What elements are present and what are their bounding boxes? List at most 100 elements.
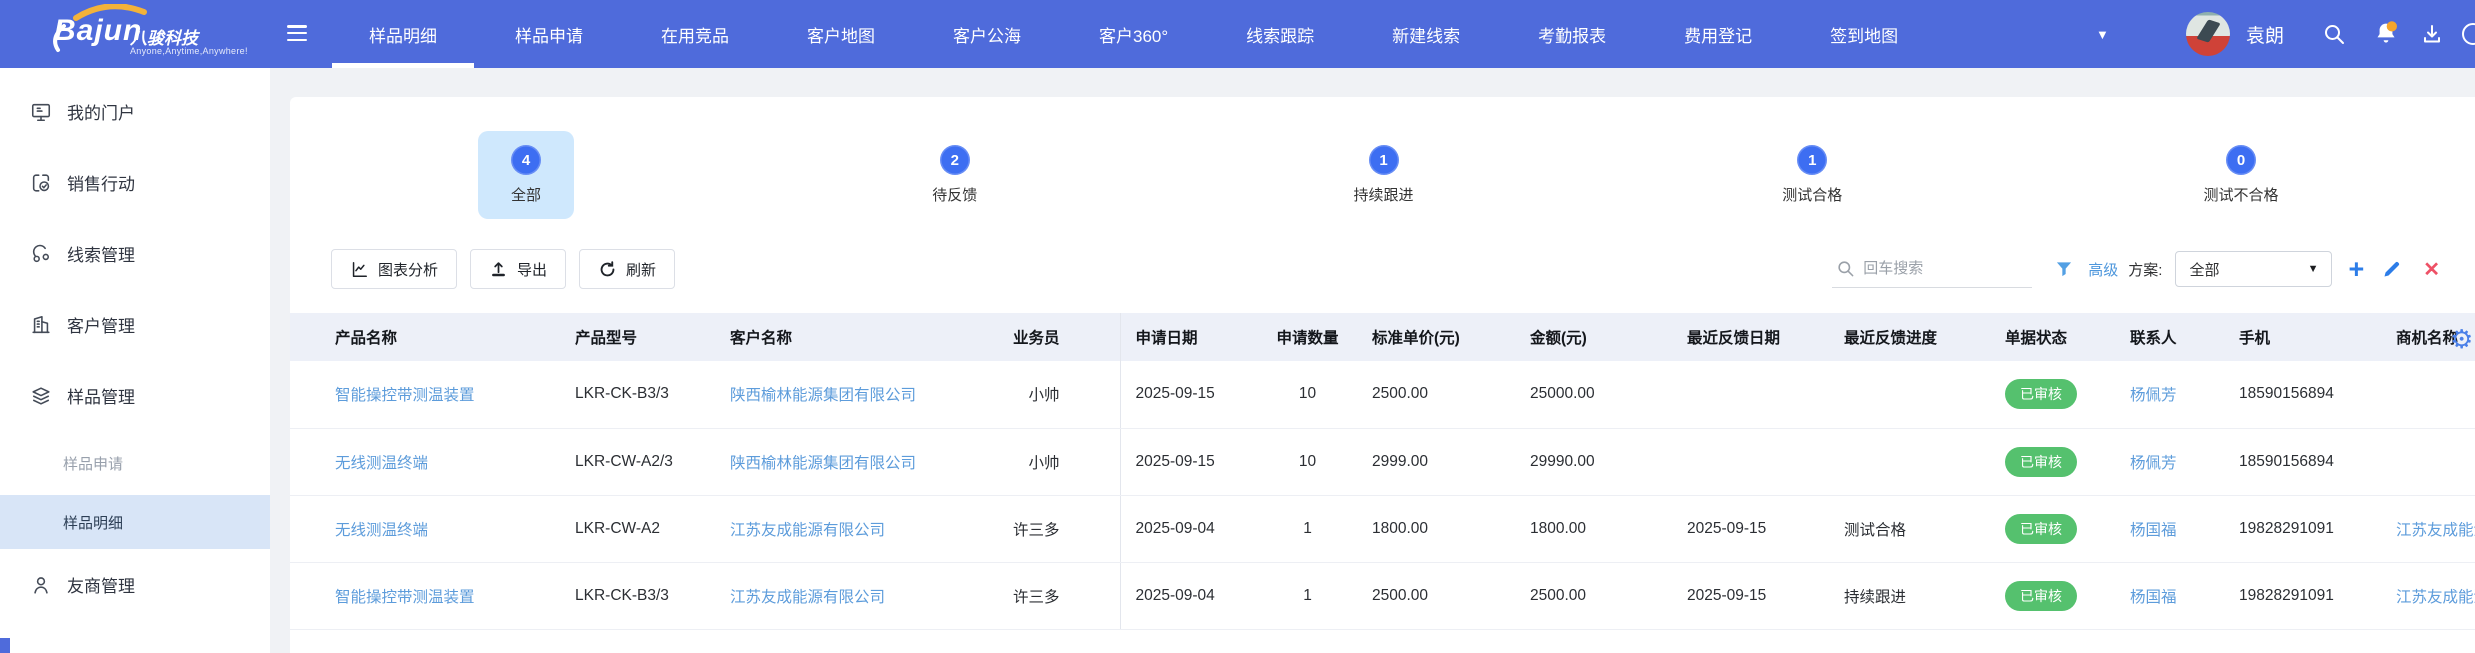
status-badge: 已审核 <box>2005 447 2077 477</box>
customer-link[interactable]: 江苏友成能源有限公司 <box>730 589 885 606</box>
column-settings-gear-icon[interactable]: ⚙ <box>2450 324 2473 355</box>
nav-tab-customer-360[interactable]: 客户360° <box>1060 0 1207 68</box>
sidebar-subitem-sample-detail[interactable]: 样品明细 <box>0 495 270 549</box>
content-card: 4 全部 2 待反馈 1 持续跟进 1 测试合格 0 测试不合格 图表分析 <box>290 97 2475 653</box>
sidebar-item-label: 友商管理 <box>67 572 135 597</box>
status-tabs: 4 全部 2 待反馈 1 持续跟进 1 测试合格 0 测试不合格 <box>290 97 2475 219</box>
status-tab-all[interactable]: 4 全部 <box>478 131 574 219</box>
sidebar-item-label: 我的门户 <box>67 99 135 124</box>
sidebar-subitem-sample-apply[interactable]: 样品申请 <box>0 431 270 495</box>
product-link[interactable]: 无线测温终端 <box>335 455 428 472</box>
opportunity-link[interactable]: 江苏友成能源有限公司 <box>2396 589 2475 606</box>
status-badge: 已审核 <box>2005 581 2077 611</box>
col-doc-status[interactable]: 单据状态 <box>1990 313 2115 361</box>
building-icon <box>30 314 52 336</box>
nav-tab-customer-pool[interactable]: 客户公海 <box>914 0 1060 68</box>
status-count-badge: 0 <box>2226 145 2256 175</box>
status-tab-continuous-followup[interactable]: 1 持续跟进 <box>1336 131 1432 219</box>
product-link[interactable]: 无线测温终端 <box>335 522 428 539</box>
help-ring-icon[interactable] <box>2462 23 2475 45</box>
col-phone[interactable]: 手机 <box>2225 313 2385 361</box>
customer-link[interactable]: 陕西榆林能源集团有限公司 <box>730 387 916 404</box>
nav-tab-expense-register[interactable]: 费用登记 <box>1645 0 1791 68</box>
col-feedback-progress[interactable]: 最近反馈进度 <box>1830 313 1990 361</box>
sidebar-item-sample-management[interactable]: 样品管理 <box>0 360 270 431</box>
sidebar-item-customer-management[interactable]: 客户管理 <box>0 289 270 360</box>
nav-tab-attendance-report[interactable]: 考勤报表 <box>1499 0 1645 68</box>
user-avatar[interactable] <box>2186 12 2230 56</box>
brand-logo: Bajun 八骏科技 Anyone,Anytime,Anywhere! <box>54 8 254 64</box>
advanced-filter-link[interactable]: 高级 <box>2088 259 2118 280</box>
chart-icon <box>350 260 369 279</box>
sidebar: 我的门户 销售行动 线索管理 客户管理 样品管理 样品申请 样品明细 友商管 <box>0 68 270 653</box>
nav-tab-customer-map[interactable]: 客户地图 <box>768 0 914 68</box>
col-unit-price[interactable]: 标准单价(元) <box>1355 313 1505 361</box>
filter-funnel-icon[interactable] <box>2054 259 2074 279</box>
bell-icon[interactable] <box>2372 19 2400 47</box>
opportunity-link[interactable]: 江苏友成能源有限公司 <box>2396 522 2475 539</box>
download-icon[interactable] <box>2420 22 2444 46</box>
add-scheme-button[interactable]: + <box>2348 256 2364 283</box>
status-count-badge: 1 <box>1369 145 1399 175</box>
scheme-select[interactable]: 全部 ▼ <box>2175 251 2332 287</box>
customer-link[interactable]: 陕西榆林能源集团有限公司 <box>730 455 916 472</box>
chart-analysis-button[interactable]: 图表分析 <box>331 249 457 289</box>
table-row: 智能操控带测温装置 LKR-CK-B3/3 江苏友成能源有限公司 许三多 202… <box>290 562 2475 629</box>
sidebar-item-lead-management[interactable]: 线索管理 <box>0 218 270 289</box>
scheme-label: 方案: <box>2128 259 2162 280</box>
product-link[interactable]: 智能操控带测温装置 <box>335 589 475 606</box>
search-input[interactable] <box>1863 260 2023 277</box>
clipboard-check-icon <box>30 172 52 194</box>
nav-tab-new-lead[interactable]: 新建线索 <box>1353 0 1499 68</box>
contact-link[interactable]: 杨佩芳 <box>2130 387 2177 404</box>
col-apply-date[interactable]: 申请日期 <box>1120 313 1260 361</box>
toolbar-right: 高级 方案: 全部 ▼ + ✕ <box>1832 250 2440 288</box>
status-count-badge: 4 <box>511 145 541 175</box>
sidebar-item-label: 线索管理 <box>67 241 135 266</box>
product-link[interactable]: 智能操控带测温装置 <box>335 387 475 404</box>
customer-link[interactable]: 江苏友成能源有限公司 <box>730 522 885 539</box>
nav-tab-competing-products[interactable]: 在用竞品 <box>622 0 768 68</box>
delete-scheme-button[interactable]: ✕ <box>2423 257 2440 282</box>
nav-tab-sample-detail[interactable]: 样品明细 <box>330 0 476 68</box>
menu-icon[interactable] <box>287 25 307 42</box>
table-header-row: 产品名称 产品型号 客户名称 业务员 申请日期 申请数量 标准单价(元) 金额(… <box>290 313 2475 361</box>
nav-more-caret-icon[interactable]: ▼ <box>2096 0 2109 68</box>
refresh-button[interactable]: 刷新 <box>579 249 675 289</box>
nav-tab-lead-tracking[interactable]: 线索跟踪 <box>1207 0 1353 68</box>
sidebar-subitem-label: 样品明细 <box>63 512 123 533</box>
corner-chip <box>0 638 10 653</box>
status-tab-test-failed[interactable]: 0 测试不合格 <box>2193 131 2289 219</box>
status-tab-test-passed[interactable]: 1 测试合格 <box>1764 131 1860 219</box>
col-contact[interactable]: 联系人 <box>2115 313 2225 361</box>
status-count-badge: 2 <box>940 145 970 175</box>
col-apply-qty[interactable]: 申请数量 <box>1260 313 1355 361</box>
status-tab-pending-feedback[interactable]: 2 待反馈 <box>907 131 1003 219</box>
col-salesman[interactable]: 业务员 <box>990 313 1120 361</box>
sidebar-item-sales-action[interactable]: 销售行动 <box>0 147 270 218</box>
contact-link[interactable]: 杨佩芳 <box>2130 455 2177 472</box>
nav-tab-checkin-map[interactable]: 签到地图 <box>1791 0 1937 68</box>
share-icon <box>30 243 52 265</box>
brand-tagline: Anyone,Anytime,Anywhere! <box>130 46 248 56</box>
contact-link[interactable]: 杨国福 <box>2130 522 2177 539</box>
contact-link[interactable]: 杨国福 <box>2130 589 2177 606</box>
col-feedback-date[interactable]: 最近反馈日期 <box>1672 313 1830 361</box>
edit-scheme-button[interactable] <box>2381 259 2402 280</box>
col-customer-name[interactable]: 客户名称 <box>700 313 990 361</box>
sidebar-item-label: 样品管理 <box>67 383 135 408</box>
nav-tab-sample-apply[interactable]: 样品申请 <box>476 0 622 68</box>
sidebar-item-partner-management[interactable]: 友商管理 <box>0 549 270 620</box>
search-icon[interactable] <box>2322 22 2346 46</box>
col-product-name[interactable]: 产品名称 <box>290 313 530 361</box>
col-amount[interactable]: 金额(元) <box>1505 313 1672 361</box>
sidebar-item-my-portal[interactable]: 我的门户 <box>0 76 270 147</box>
search-icon <box>1836 259 1855 278</box>
sidebar-subitem-label: 样品申请 <box>63 453 123 474</box>
user-name[interactable]: 袁朗 <box>2246 0 2284 68</box>
export-button[interactable]: 导出 <box>470 249 566 289</box>
monitor-icon <box>30 101 52 123</box>
sidebar-item-label: 销售行动 <box>67 170 135 195</box>
col-product-model[interactable]: 产品型号 <box>530 313 700 361</box>
table-row: 无线测温终端 LKR-CW-A2/3 陕西榆林能源集团有限公司 小帅 2025-… <box>290 428 2475 495</box>
